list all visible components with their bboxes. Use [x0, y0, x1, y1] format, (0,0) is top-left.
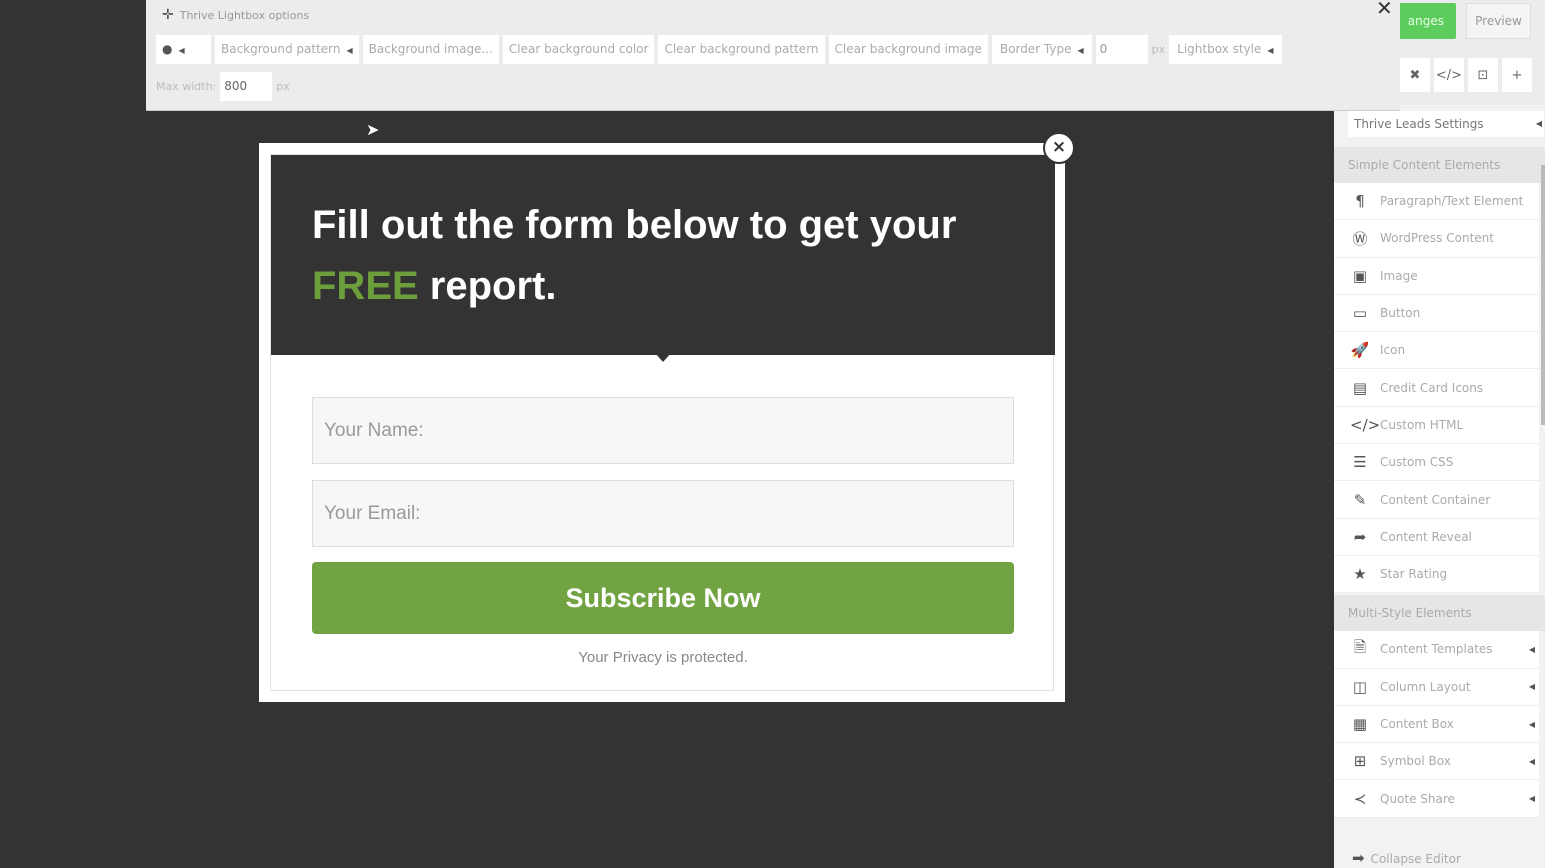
element-label: Column Layout: [1380, 679, 1471, 694]
subscribe-button[interactable]: Subscribe Now: [312, 562, 1014, 634]
privacy-text: Your Privacy is protected.: [578, 649, 748, 666]
lightbox-options-panel: ✛ Thrive Lightbox options ✕ ● ◀ Background…: [146, 0, 1400, 111]
sidebar-item-custom-css[interactable]: ☰ Custom CSS: [1334, 444, 1539, 482]
lightbox-header: Fill out the form below to get your FREE …: [271, 155, 1055, 355]
caret-icon: ◀: [1528, 682, 1535, 692]
sidebar-item-wordpress-content[interactable]: Ⓦ WordPress Content: [1334, 220, 1539, 258]
code-icon[interactable]: </>: [1434, 58, 1464, 92]
element-icon: ▤: [1352, 378, 1368, 397]
element-label: Symbol Box: [1380, 754, 1451, 769]
thrive-leads-settings-dropdown[interactable]: Thrive Leads Settings ◀: [1348, 111, 1544, 137]
element-icon: ✎: [1353, 490, 1367, 509]
element-label: Icon: [1380, 343, 1406, 358]
element-label: Quote Share: [1380, 791, 1455, 806]
sidebar-item-content-box[interactable]: ▦ Content Box ◀: [1334, 705, 1539, 744]
element-icon: ≺: [1353, 789, 1367, 808]
caret-icon: ◀: [1528, 794, 1535, 804]
section-multi-style-elements: Multi-Style Elements: [1334, 595, 1545, 632]
mouse-cursor-icon: ➤: [366, 120, 380, 139]
element-label: Content Reveal: [1380, 529, 1472, 544]
lightbox-style-button[interactable]: Lightbox style ◀: [1169, 35, 1282, 64]
dropdown-box-icon[interactable]: ⊡: [1468, 58, 1498, 92]
element-icon: ▣: [1352, 266, 1368, 285]
color-picker-button[interactable]: ● ◀: [156, 35, 211, 64]
background-pattern-button[interactable]: Background pattern ◀: [215, 35, 359, 64]
plus-icon[interactable]: +: [1502, 58, 1532, 92]
element-icon: ★: [1353, 565, 1367, 584]
preview-button[interactable]: Preview: [1466, 3, 1531, 39]
sidebar-item-paragraph-text-element[interactable]: ¶ Paragraph/Text Element: [1334, 183, 1539, 221]
element-label: Image: [1380, 268, 1418, 283]
lightbox-close-icon[interactable]: ×: [1043, 132, 1075, 164]
name-input[interactable]: Your Name:: [312, 397, 1014, 464]
panel-close-icon[interactable]: ✕: [1376, 0, 1393, 20]
sidebar-item-button[interactable]: ▭ Button: [1334, 294, 1539, 333]
px-label-2: px: [276, 80, 290, 93]
max-width-input[interactable]: 800: [220, 72, 273, 101]
element-label: Custom HTML: [1380, 417, 1464, 432]
element-icon: 🚀: [1350, 341, 1370, 360]
caret-icon: ◀: [1528, 719, 1535, 729]
element-label: Credit Card Icons: [1380, 380, 1484, 395]
email-input[interactable]: Your Email:: [312, 480, 1014, 547]
element-label: Paragraph/Text Element: [1380, 194, 1524, 209]
collapse-editor-button[interactable]: ➡ Collapse Editor: [1352, 849, 1467, 867]
element-label: WordPress Content: [1380, 231, 1494, 246]
border-width-input[interactable]: 0: [1095, 35, 1148, 64]
sidebar-item-image[interactable]: ▣ Image: [1334, 257, 1539, 295]
sidebar-item-symbol-box[interactable]: ⊞ Symbol Box ◀: [1334, 743, 1539, 781]
section-simple-elements: Simple Content Elements: [1334, 147, 1545, 183]
max-width-label: Max width:: [156, 80, 217, 93]
px-label: px: [1151, 43, 1166, 56]
element-label: Content Box: [1380, 717, 1454, 731]
element-label: Content Templates: [1380, 642, 1493, 657]
sidebar-item-credit-card-icons[interactable]: ▤ Credit Card Icons: [1334, 369, 1539, 407]
sidebar-item-star-rating[interactable]: ★ Star Rating: [1334, 555, 1539, 594]
element-label: Star Rating: [1380, 567, 1448, 582]
element-icon: Ⓦ: [1352, 229, 1368, 248]
sidebar-item-column-layout[interactable]: ◫ Column Layout ◀: [1334, 668, 1539, 706]
header-notch: [655, 353, 671, 362]
element-icon: ▦: [1352, 715, 1368, 733]
clear-background-pattern-button[interactable]: Clear background pattern: [658, 35, 825, 64]
lightbox-heading: Fill out the form below to get your FREE …: [312, 203, 957, 308]
move-icon[interactable]: ✛: [162, 7, 174, 23]
elements-sidebar: Thrive Leads Settings ◀ Simple Content El…: [1334, 105, 1545, 868]
element-label: Content Container: [1380, 492, 1491, 507]
element-label: Custom CSS: [1380, 455, 1454, 470]
panel-title[interactable]: ✛ Thrive Lightbox options: [162, 7, 309, 23]
sidebar-item-content-reveal[interactable]: ➦ Content Reveal: [1334, 518, 1539, 556]
element-icon: 🗎: [1353, 637, 1367, 656]
element-icon: ⊞: [1353, 752, 1367, 771]
arrow-right-icon: ➡: [1352, 849, 1365, 867]
element-label: Button: [1380, 306, 1421, 321]
panel-title-text: Thrive Lightbox options: [179, 9, 310, 22]
element-icon: ▭: [1352, 304, 1368, 323]
sidebar-item-content-templates[interactable]: 🗎 Content Templates ◀: [1334, 631, 1539, 669]
element-icon: ➦: [1353, 527, 1367, 546]
sidebar-item-quote-share[interactable]: ≺ Quote Share ◀: [1334, 780, 1539, 818]
background-image-button[interactable]: Background image...: [362, 35, 499, 64]
sidebar-item-content-container[interactable]: ✎ Content Container: [1334, 481, 1539, 519]
element-icon: </>: [1350, 415, 1381, 434]
element-icon: ◫: [1352, 677, 1368, 696]
clear-background-color-button[interactable]: Clear background color: [502, 35, 655, 64]
close-small-icon[interactable]: ✖: [1400, 58, 1430, 92]
clear-background-image-button[interactable]: Clear background image: [828, 35, 988, 64]
element-icon: ¶: [1355, 192, 1365, 211]
lightbox: Fill out the form below to get your FREE …: [259, 143, 1065, 702]
sidebar-item-icon[interactable]: 🚀 Icon: [1334, 332, 1539, 370]
border-type-button[interactable]: Border Type ◀: [991, 35, 1092, 64]
caret-icon: ◀: [1528, 644, 1535, 654]
element-icon: ☰: [1353, 453, 1367, 472]
caret-icon: ◀: [1528, 756, 1535, 766]
sidebar-item-custom-html[interactable]: </> Custom HTML: [1334, 406, 1539, 445]
sidebar-scrollbar[interactable]: [1541, 165, 1545, 425]
